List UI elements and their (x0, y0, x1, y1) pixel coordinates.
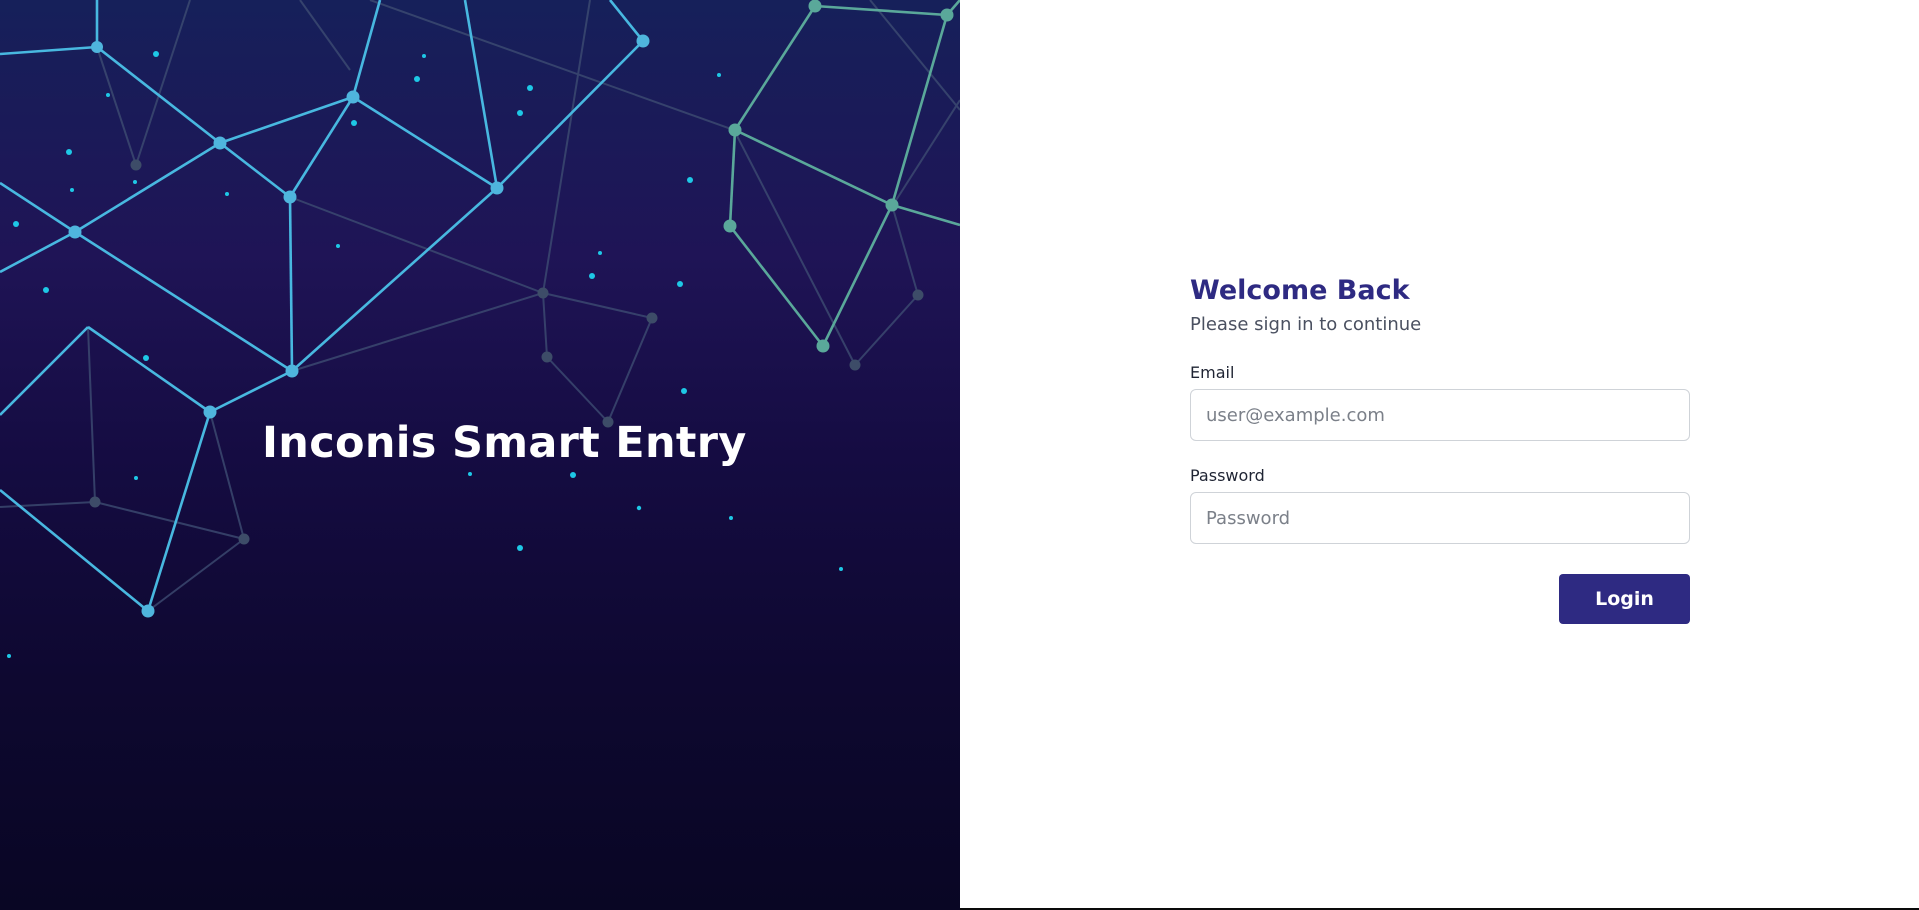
password-field[interactable] (1190, 492, 1690, 544)
email-label: Email (1190, 363, 1235, 382)
email-field[interactable] (1190, 389, 1690, 441)
login-form: Welcome Back Please sign in to continue … (1190, 272, 1690, 624)
app-title: Inconis Smart Entry (262, 418, 747, 468)
login-button[interactable]: Login (1559, 574, 1690, 624)
login-page: Inconis Smart Entry Welcome Back Please … (0, 0, 1919, 910)
password-label: Password (1190, 466, 1265, 485)
login-panel: Welcome Back Please sign in to continue … (960, 0, 1919, 908)
form-actions: Login (1190, 574, 1690, 624)
welcome-subtitle: Please sign in to continue (1190, 314, 1422, 335)
hero-panel: Inconis Smart Entry (0, 0, 960, 910)
welcome-heading: Welcome Back (1190, 275, 1410, 306)
